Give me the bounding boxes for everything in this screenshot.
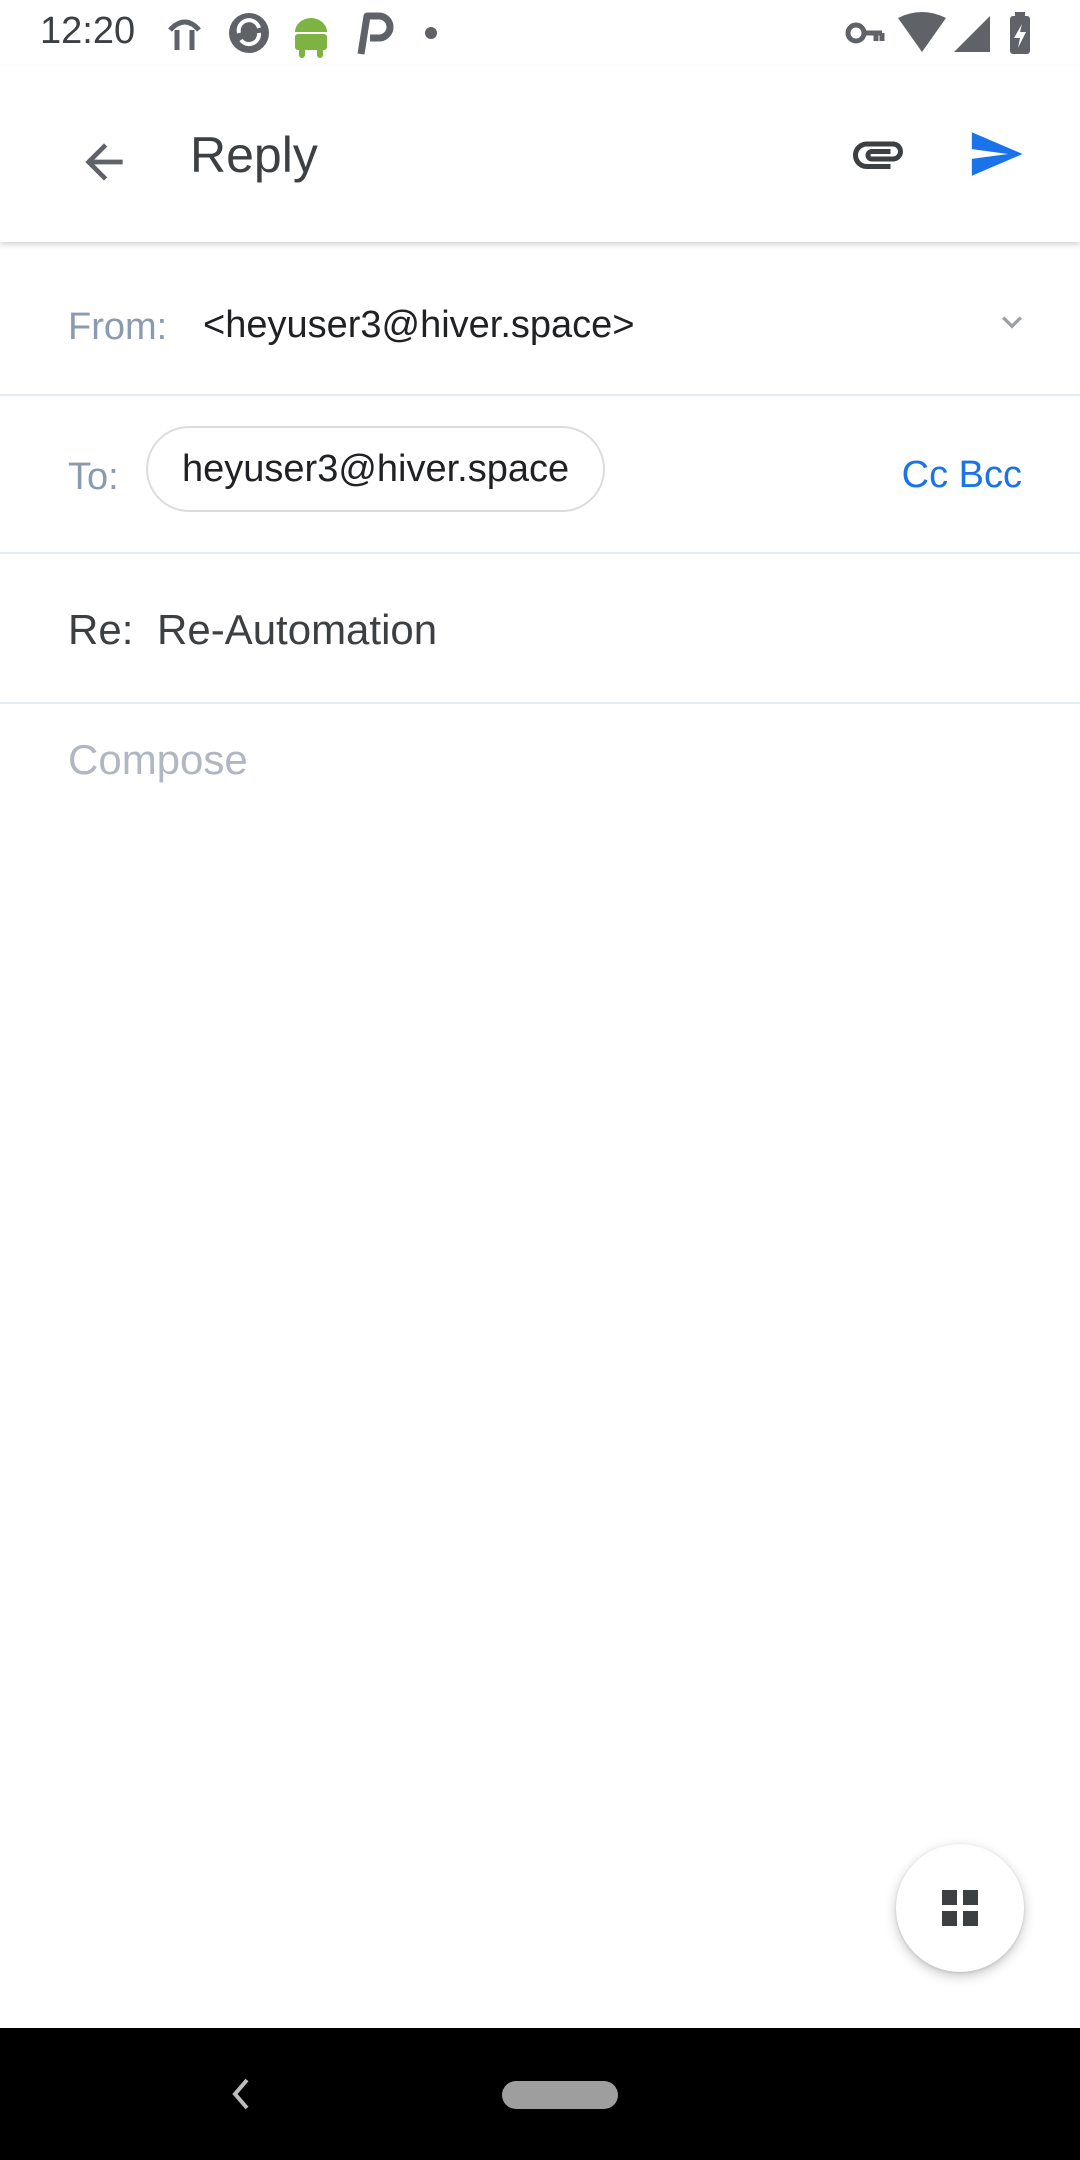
attach-button[interactable] — [840, 116, 916, 192]
wifi-icon — [898, 12, 946, 52]
grid-icon — [942, 1890, 978, 1926]
page-title: Reply — [190, 127, 318, 183]
send-icon — [971, 132, 1023, 176]
arrow-back-icon — [85, 143, 123, 181]
subject-input[interactable]: Re-Automation — [157, 606, 437, 654]
app-bar: Reply — [0, 66, 1080, 242]
status-right-icons — [845, 12, 1030, 54]
from-dropdown-button[interactable] — [984, 294, 1040, 350]
fitness-icon — [168, 19, 201, 50]
p-app-icon — [357, 12, 394, 55]
subject-label: Re: — [68, 606, 134, 653]
dot-icon — [425, 27, 437, 39]
from-label: From: — [68, 306, 168, 348]
from-row: From: <heyuser3@hiver.space> — [0, 244, 1080, 396]
nav-back-button[interactable] — [210, 2064, 270, 2124]
recipient-chip[interactable]: heyuser3@hiver.space — [146, 426, 606, 512]
system-nav-bar — [0, 2028, 1080, 2160]
paperclip-icon — [853, 141, 903, 169]
android-icon — [295, 18, 327, 58]
cc-bcc-button[interactable]: Cc Bcc — [902, 454, 1022, 497]
vpn-key-icon — [845, 22, 885, 44]
status-bar: 12:20 — [0, 0, 1080, 66]
subject-row[interactable]: Re: Re-Automation — [0, 554, 1080, 704]
back-button[interactable] — [62, 120, 146, 204]
templates-fab[interactable] — [896, 1844, 1024, 1972]
sync-icon — [229, 13, 269, 53]
send-button[interactable] — [958, 116, 1034, 192]
compose-body[interactable]: Compose — [68, 736, 248, 784]
chevron-down-icon — [1002, 316, 1022, 329]
signal-icon — [954, 16, 990, 52]
status-time: 12:20 — [40, 10, 136, 52]
nav-back-icon — [232, 2078, 249, 2110]
to-row: To: heyuser3@hiver.space Cc Bcc — [0, 396, 1080, 554]
battery-charging-icon — [1010, 12, 1030, 54]
status-left-icons — [168, 12, 437, 58]
from-value[interactable]: <heyuser3@hiver.space> — [203, 304, 635, 347]
nav-home-pill[interactable] — [502, 2081, 618, 2109]
to-label: To: — [68, 456, 119, 498]
